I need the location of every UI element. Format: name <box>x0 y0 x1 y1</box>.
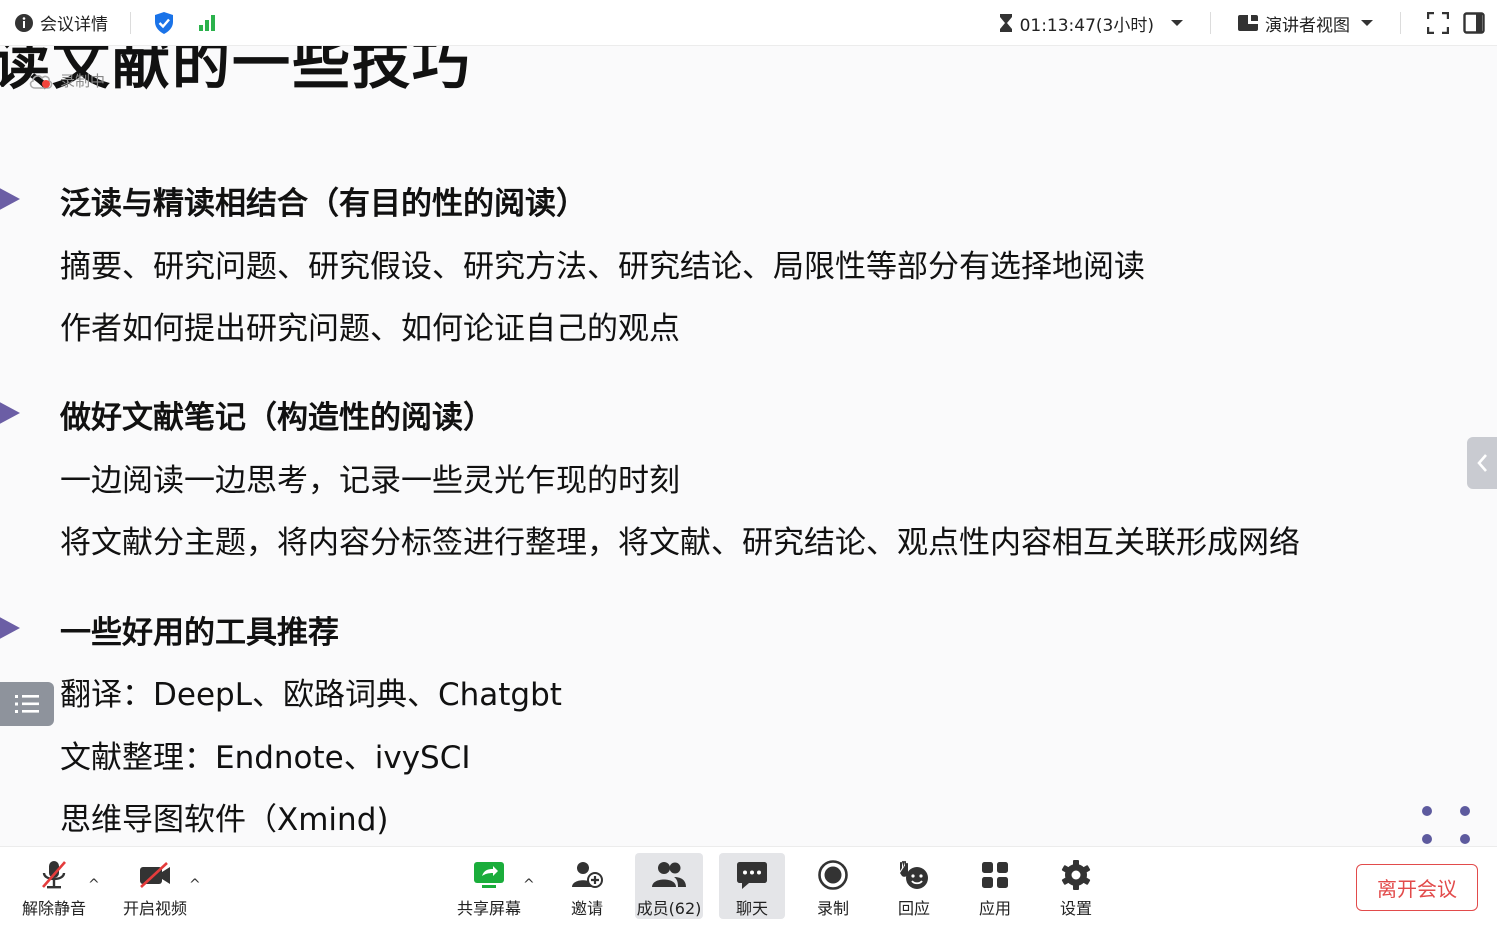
hourglass-icon <box>999 14 1012 32</box>
apps-button[interactable]: 应用 <box>965 853 1025 919</box>
record-button[interactable]: 录制 <box>803 853 863 919</box>
divider <box>1400 12 1401 34</box>
section-line: 思维导图软件（Xmind) <box>60 802 389 838</box>
chat-label: 聊天 <box>735 899 768 918</box>
chevron-down-icon <box>1171 20 1183 26</box>
camera-off-icon <box>140 862 170 888</box>
section-heading: 泛读与精读相结合（有目的性的阅读） <box>60 186 587 222</box>
chat-button[interactable]: 聊天 <box>719 853 785 919</box>
section-heading: 一些好用的工具推荐 <box>60 615 339 651</box>
top-bar-right: 01:13:47(3小时) 演讲者视图 <box>998 0 1485 46</box>
reactions-label: 回应 <box>897 899 930 918</box>
meeting-info-button[interactable]: 会议详情 <box>14 10 108 35</box>
record-icon <box>818 860 848 890</box>
sidebar-toggle-icon[interactable] <box>1463 12 1485 34</box>
section-line: 摘要、研究问题、研究假设、研究方法、研究结论、局限性等部分有选择地阅读 <box>60 249 1145 285</box>
meeting-timer[interactable]: 01:13:47(3小时) <box>998 11 1184 36</box>
apps-grid-icon <box>982 862 1008 888</box>
bullet-arrow-icon <box>0 399 20 427</box>
meeting-info-label: 会议详情 <box>40 15 108 35</box>
reactions-button[interactable]: 回应 <box>884 853 944 919</box>
section-line: 一边阅读一边思考，记录一些灵光乍现的时刻 <box>60 463 680 499</box>
gear-icon <box>1061 860 1091 890</box>
audio-options-caret[interactable]: ^ <box>88 877 100 893</box>
record-label: 录制 <box>816 899 849 918</box>
share-screen-icon <box>474 862 504 888</box>
divider <box>1210 12 1211 34</box>
fullscreen-icon[interactable] <box>1427 12 1449 34</box>
members-icon <box>652 862 686 887</box>
top-bar-left: 会议详情 <box>0 10 219 35</box>
chevron-down-icon <box>1361 20 1373 26</box>
meeting-timer-text: 01:13:47(3小时) <box>1019 15 1154 36</box>
speaker-view-icon <box>1238 15 1258 31</box>
chevron-left-icon <box>1477 454 1487 472</box>
microphone-muted-icon <box>42 861 66 889</box>
view-mode-dropdown[interactable]: 演讲者视图 <box>1237 11 1374 36</box>
invite-label: 邀请 <box>570 899 603 918</box>
share-options-caret[interactable]: ^ <box>523 877 535 893</box>
network-signal-icon[interactable] <box>193 12 219 34</box>
security-shield-icon[interactable] <box>153 11 175 35</box>
slide-list-button[interactable] <box>0 682 54 726</box>
shared-slide: 读文献的一些技巧 录制中 泛读与精读相结合（有目的性的阅读） 摘要、研究问题、研… <box>0 46 1497 846</box>
section-line: 文献整理：Endnote、ivySCI <box>60 740 471 776</box>
unmute-label: 解除静音 <box>21 899 86 918</box>
list-icon <box>15 695 39 713</box>
slide-decoration-dots <box>1420 804 1470 844</box>
section-heading: 做好文献笔记（构造性的阅读） <box>60 400 494 436</box>
cloud-icon <box>29 74 53 89</box>
members-label: 成员(62) <box>636 899 702 918</box>
apps-label: 应用 <box>978 899 1011 918</box>
recording-label: 录制中 <box>60 72 106 90</box>
bullet-arrow-icon <box>0 185 20 213</box>
info-icon <box>15 13 33 32</box>
divider <box>130 11 131 34</box>
recording-indicator: 录制中 <box>28 70 105 91</box>
unmute-button[interactable]: 解除静音 <box>16 853 92 919</box>
bullet-arrow-icon <box>0 614 20 642</box>
section-line: 作者如何提出研究问题、如何论证自己的观点 <box>60 311 680 347</box>
raise-hand-icon <box>900 860 928 889</box>
share-screen-button[interactable]: 共享屏幕 <box>452 853 526 919</box>
leave-meeting-button[interactable]: 离开会议 <box>1356 864 1478 911</box>
video-options-caret[interactable]: ^ <box>189 877 201 893</box>
meeting-toolbar: 解除静音 ^ 开启视频 ^ 共享屏幕 ^ 邀请 成员(62) 聊天 录制 回应 … <box>0 846 1497 926</box>
share-screen-label: 共享屏幕 <box>456 899 521 918</box>
settings-label: 设置 <box>1059 899 1092 918</box>
section-line: 翻译：DeepL、欧路词典、Chatgbt <box>60 677 562 713</box>
invite-button[interactable]: 邀请 <box>556 853 618 919</box>
view-mode-label: 演讲者视图 <box>1265 15 1350 36</box>
chat-icon <box>737 862 767 889</box>
start-video-button[interactable]: 开启视频 <box>118 853 192 919</box>
settings-button[interactable]: 设置 <box>1046 853 1106 919</box>
section-line: 将文献分主题，将内容分标签进行整理，将文献、研究结论、观点性内容相互关联形成网络 <box>60 525 1300 561</box>
start-video-label: 开启视频 <box>122 899 187 918</box>
top-bar: 会议详情 01:13:47(3小时) 演讲者视图 <box>0 0 1497 46</box>
members-button[interactable]: 成员(62) <box>635 853 703 919</box>
side-panel-toggle[interactable] <box>1467 437 1497 489</box>
add-user-icon <box>572 862 603 888</box>
